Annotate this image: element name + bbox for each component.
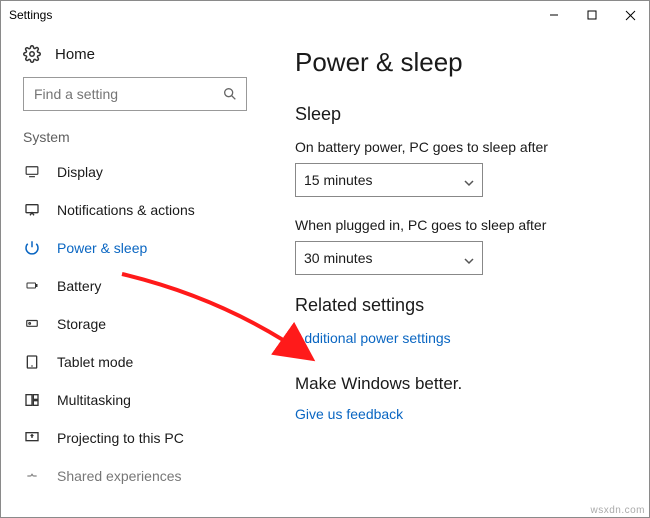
minimize-button[interactable] [535,1,573,29]
sidebar-item-multitasking[interactable]: Multitasking [1,381,269,419]
chevron-down-icon [464,175,474,185]
additional-power-settings-link[interactable]: Additional power settings [295,330,451,346]
search-box[interactable] [23,77,247,111]
tablet-icon [23,353,41,371]
sidebar-item-label: Shared experiences [57,468,182,484]
sidebar-item-label: Notifications & actions [57,202,195,218]
maximize-button[interactable] [573,1,611,29]
sidebar-item-display[interactable]: Display [1,153,269,191]
battery-sleep-label: On battery power, PC goes to sleep after [295,139,623,155]
sidebar-item-tablet-mode[interactable]: Tablet mode [1,343,269,381]
home-nav[interactable]: Home [1,39,269,77]
plugged-sleep-label: When plugged in, PC goes to sleep after [295,217,623,233]
multitasking-icon [23,391,41,409]
display-icon [23,163,41,181]
plugged-sleep-select[interactable]: 30 minutes [295,241,483,275]
sidebar: Home System Display Notifications & acti… [1,29,269,517]
section-related-heading: Related settings [295,295,623,316]
search-icon [222,86,238,102]
sidebar-item-label: Tablet mode [57,354,133,370]
sidebar-item-storage[interactable]: Storage [1,305,269,343]
sidebar-item-label: Projecting to this PC [57,430,184,446]
gear-icon [23,45,41,63]
search-input[interactable] [32,85,222,103]
home-label: Home [55,46,95,63]
window-title: Settings [9,8,52,22]
window-controls [535,1,649,29]
plugged-sleep-value: 30 minutes [304,250,372,266]
sidebar-item-label: Storage [57,316,106,332]
vertical-scrollbar[interactable] [635,29,649,517]
sidebar-item-battery[interactable]: Battery [1,267,269,305]
sidebar-item-projecting[interactable]: Projecting to this PC [1,419,269,457]
sidebar-item-label: Power & sleep [57,240,147,256]
page-title: Power & sleep [295,47,623,78]
sidebar-group-label: System [1,129,269,153]
notifications-icon [23,201,41,219]
sidebar-item-label: Multitasking [57,392,131,408]
sidebar-item-shared-experiences[interactable]: Shared experiences [1,457,269,495]
sidebar-item-notifications[interactable]: Notifications & actions [1,191,269,229]
power-icon [23,239,41,257]
sidebar-item-label: Battery [57,278,101,294]
shared-icon [23,467,41,485]
close-button[interactable] [611,1,649,29]
sidebar-item-power-sleep[interactable]: Power & sleep [1,229,269,267]
sidebar-item-label: Display [57,164,103,180]
battery-sleep-value: 15 minutes [304,172,372,188]
storage-icon [23,315,41,333]
chevron-down-icon [464,253,474,263]
window-titlebar: Settings [1,1,649,29]
watermark: wsxdn.com [590,505,645,516]
section-sleep-heading: Sleep [295,104,623,125]
battery-sleep-select[interactable]: 15 minutes [295,163,483,197]
section-make-better-heading: Make Windows better. [295,374,623,394]
battery-icon [23,277,41,295]
give-feedback-link[interactable]: Give us feedback [295,406,403,422]
content-pane: Power & sleep Sleep On battery power, PC… [269,29,649,517]
projecting-icon [23,429,41,447]
